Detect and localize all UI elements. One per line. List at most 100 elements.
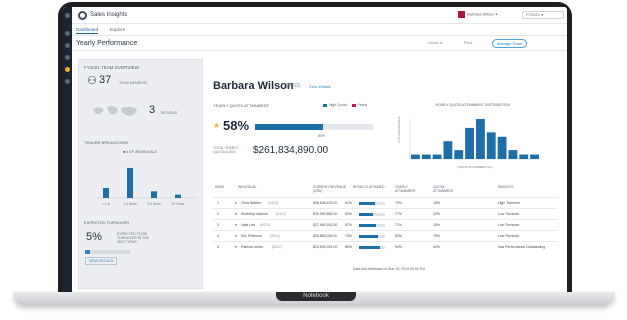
- quota-value: $261,834,890.00: [253, 145, 329, 156]
- app-sidebar: [63, 7, 72, 294]
- name-cell: Kimberly Lalonde: [241, 212, 269, 216]
- home-icon[interactable]: [65, 13, 70, 18]
- page-title: Yearly Performance: [76, 40, 138, 47]
- id-cell: (6047): [272, 245, 283, 249]
- turnover-details-button[interactable]: VIEW DETAILS: [85, 257, 118, 265]
- rep-name: Barbara Wilson: [213, 80, 294, 92]
- view-details-link[interactable]: View Details: [309, 84, 331, 89]
- table-row[interactable]: 3 ▾ Jake Lee (6024) $27,562,932.00 67% 71% 15% L…: [213, 219, 558, 230]
- id-cell: (6024): [260, 223, 271, 227]
- table-header[interactable]: INDIVIDUAL: [238, 185, 257, 189]
- table-row[interactable]: 2 ▾ Kimberly Lalonde (5411) $30,950,882.00 52…: [213, 208, 558, 219]
- top-bar: Sales Insights Barbara Wilson ▾ FY2021 ▾: [72, 7, 567, 24]
- id-cell: (5411): [276, 212, 286, 216]
- growth-cell: 78%: [433, 234, 441, 238]
- quota-attainment-label: YEARLY QUOTA ATTAINMENT: [213, 103, 270, 108]
- dist-bar: [519, 154, 529, 159]
- expand-icon[interactable]: ▾: [235, 201, 237, 205]
- row-progress-fill: [359, 235, 378, 238]
- row-progress-bar: [359, 224, 385, 227]
- team-count: 37: [99, 74, 112, 86]
- percent-cell: 67%: [345, 223, 353, 227]
- grid-icon[interactable]: [65, 31, 70, 36]
- distribution-chart: # OF INDIVIDUALS QUOTA ATTAINMENT (%): [397, 117, 540, 169]
- dist-bar: [465, 127, 474, 159]
- legend-swatch: [323, 103, 327, 107]
- print-button[interactable]: Print: [464, 40, 472, 45]
- settings-icon[interactable]: [65, 79, 70, 84]
- attainment-legend: High Quota Yearly: [319, 103, 367, 107]
- turnover-value: 5%: [86, 231, 102, 243]
- attainment-bar-fill: [255, 124, 324, 130]
- star-icon[interactable]: [65, 67, 70, 72]
- table-header[interactable]: INSIGHTS: [498, 185, 514, 189]
- name-cell: Patricia Jones: [241, 245, 263, 249]
- growth-cell: 62%: [433, 245, 441, 249]
- chart-icon[interactable]: [65, 43, 70, 48]
- team-count-label: TEAM MEMBERS: [119, 81, 148, 85]
- yearly-cell: 71%: [395, 223, 403, 227]
- legend-swatch: [351, 103, 356, 107]
- insight-cell: Low Turnover: [498, 212, 520, 216]
- rank-cell: 2: [217, 212, 219, 216]
- table-header[interactable]: RANK: [215, 185, 224, 189]
- tenure-legend: ■ # OF INDIVIDUALS: [123, 150, 157, 154]
- row-progress-fill: [359, 224, 377, 227]
- period-select[interactable]: FY2021 ▾: [522, 11, 564, 19]
- row-progress-bar: [359, 235, 385, 238]
- percent-cell: 61%: [345, 201, 353, 205]
- expand-icon[interactable]: ▾: [235, 212, 237, 216]
- dist-bar: [411, 154, 420, 159]
- laptop-label: Notebook: [276, 292, 356, 301]
- insight-cell: Has Performance Outstanding: [498, 245, 546, 249]
- id-cell: (5011): [270, 234, 280, 238]
- dist-bar: [454, 150, 464, 159]
- id-cell: (4413): [268, 201, 279, 205]
- table-header[interactable]: YEARLY ATTAINMENT: [395, 185, 423, 193]
- insight-cell: Low Turnover: [498, 234, 520, 238]
- star-icon: ★: [213, 121, 221, 130]
- tenure-bar: [127, 168, 133, 198]
- tenure-bar-label: 1-3 Years: [123, 202, 137, 206]
- manage-team-button[interactable]: Manage Team: [492, 39, 528, 48]
- dist-bar: [530, 154, 539, 159]
- name-cell: Jake Lee: [241, 223, 256, 227]
- expand-icon[interactable]: ▾: [235, 234, 237, 238]
- attainment-percent: 58%: [223, 118, 250, 133]
- quota-value-label: TOTAL YEARLY QUOTA (USD): [213, 146, 239, 154]
- dist-bar: [443, 141, 453, 159]
- dist-y-label: # OF INDIVIDUALS: [397, 117, 401, 143]
- panel-title: FY2021 TEAM OVERVIEW: [84, 65, 139, 70]
- tenure-bar-label: < 1 yr: [102, 202, 111, 206]
- revenue-cell: $27,562,932.00: [313, 223, 338, 227]
- expand-icon[interactable]: ▾: [235, 245, 237, 249]
- dist-bar: [432, 154, 442, 159]
- yearly-cell: 70%: [395, 201, 403, 205]
- row-progress-bar: [359, 246, 385, 249]
- growth-cell: 18%: [433, 201, 441, 205]
- users-icon: ⚇: [87, 75, 97, 87]
- team-overview-panel: FY2021 TEAM OVERVIEW ⚇ 37 TEAM MEMBERS 3…: [78, 59, 203, 289]
- check-in-button[interactable]: Check-In: [427, 40, 443, 45]
- tenure-bar-label: 3-5 Years: [147, 202, 161, 206]
- app-screen: Sales Insights Barbara Wilson ▾ FY2021 ▾…: [63, 7, 567, 294]
- table-row[interactable]: 4 ▾ Eric Peterson (5011) $26,883,094.00 73% 83…: [213, 230, 558, 241]
- tab-explore[interactable]: Explore: [110, 27, 125, 32]
- table-row[interactable]: 5 ▾ Patricia Jones (6047) $24,593,391.00 80% 9…: [213, 241, 558, 252]
- table-header[interactable]: CURRENT REVENUE (USD): [313, 185, 349, 193]
- table-row[interactable]: 1 ▾ Chris Walker (4413) $48,638,423.00 61% 70%…: [213, 197, 558, 208]
- table-header[interactable]: QUOTA ATTAINMENT: [433, 185, 463, 193]
- table-header[interactable]: RESULTS ATTAINED: [353, 185, 385, 189]
- world-map-icon: [93, 106, 137, 116]
- rank-cell: 1: [217, 201, 219, 205]
- expand-icon[interactable]: ▾: [235, 223, 237, 227]
- revenue-cell: $24,593,391.00: [313, 245, 338, 249]
- revenue-cell: $30,950,882.00: [313, 212, 338, 216]
- rank-cell: 4: [217, 234, 219, 238]
- growth-cell: 15%: [433, 223, 441, 227]
- growth-cell: 22%: [433, 212, 441, 216]
- users-icon[interactable]: [65, 55, 70, 60]
- user-menu[interactable]: Barbara Wilson ▾: [458, 11, 506, 20]
- tab-dashboard[interactable]: Dashboard: [76, 27, 99, 34]
- tenure-label: TENURE BREAKDOWN: [84, 140, 128, 145]
